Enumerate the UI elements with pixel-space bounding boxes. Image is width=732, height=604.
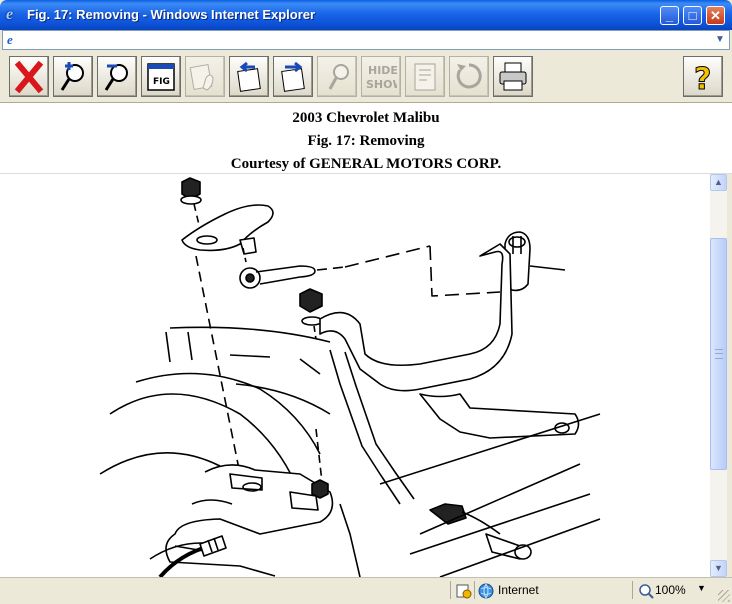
find-figure-button[interactable] bbox=[317, 56, 357, 97]
scroll-thumb[interactable] bbox=[710, 238, 727, 470]
refresh-icon bbox=[456, 63, 482, 89]
next-fig-icon bbox=[281, 61, 305, 92]
previous-figure-button[interactable] bbox=[229, 56, 269, 97]
maximize-button[interactable]: □ bbox=[683, 6, 702, 25]
zoom-out-button[interactable] bbox=[97, 56, 137, 97]
figure-header: 2003 Chevrolet Malibu Fig. 17: Removing … bbox=[0, 103, 732, 174]
stabilizer-link bbox=[239, 245, 431, 289]
printer-icon bbox=[499, 62, 527, 91]
title-bar[interactable]: e Fig. 17: Removing - Windows Internet E… bbox=[0, 0, 732, 30]
status-divider bbox=[450, 581, 451, 599]
zoom-level[interactable]: 100% bbox=[655, 583, 686, 597]
vertical-scrollbar[interactable]: ▲ ▼ bbox=[710, 174, 727, 577]
zoom-in-button[interactable] bbox=[53, 56, 93, 97]
fig-window-icon: FIG bbox=[147, 63, 175, 91]
hide-show-icon: HIDE SHOW bbox=[366, 64, 397, 91]
help-button[interactable]: ? bbox=[683, 56, 723, 97]
print-button[interactable] bbox=[493, 56, 533, 97]
minimize-button[interactable]: _ bbox=[660, 6, 679, 25]
pan-figure-button[interactable] bbox=[185, 56, 225, 97]
internet-globe-icon bbox=[478, 583, 494, 599]
address-bar[interactable]: e ▼ bbox=[2, 30, 730, 50]
upper-bracket bbox=[181, 204, 274, 263]
next-figure-button[interactable] bbox=[273, 56, 313, 97]
status-bar: Internet 100% ▼ bbox=[0, 577, 732, 604]
zoom-in-icon bbox=[60, 62, 84, 91]
find-fig-icon bbox=[328, 64, 349, 90]
close-button[interactable]: ✕ bbox=[706, 6, 725, 25]
viewer-toolbar: FIG HIDE SHOW bbox=[0, 51, 732, 103]
scroll-grip-icon bbox=[715, 349, 723, 359]
bookmark-button[interactable] bbox=[405, 56, 445, 97]
hide-show-button[interactable]: HIDE SHOW bbox=[361, 56, 401, 97]
hide-label: HIDE bbox=[368, 64, 397, 77]
page-icon: e bbox=[7, 32, 13, 47]
refresh-button[interactable] bbox=[449, 56, 489, 97]
figure-image bbox=[0, 174, 710, 577]
address-dropdown-icon[interactable]: ▼ bbox=[713, 32, 727, 48]
crossmember-bracket bbox=[319, 243, 580, 505]
zoom-icon bbox=[639, 584, 654, 599]
bookmark-icon bbox=[414, 63, 436, 91]
window-border bbox=[727, 174, 732, 577]
upper-nut-left bbox=[180, 177, 202, 205]
bushing bbox=[504, 231, 566, 292]
zoom-out-icon bbox=[104, 64, 128, 91]
scroll-down-button[interactable]: ▼ bbox=[710, 560, 727, 577]
resize-grip[interactable] bbox=[718, 590, 730, 602]
show-label: SHOW bbox=[366, 78, 397, 91]
security-zone[interactable]: Internet bbox=[498, 583, 539, 597]
vehicle-title: 2003 Chevrolet Malibu bbox=[292, 110, 440, 126]
zoom-dropdown-icon[interactable]: ▼ bbox=[697, 583, 706, 593]
removal-diagram bbox=[99, 177, 601, 577]
upper-nut-right bbox=[299, 288, 323, 340]
fit-window-button[interactable]: FIG bbox=[141, 56, 181, 97]
hand-fig-icon bbox=[189, 64, 214, 91]
close-viewer-button[interactable] bbox=[9, 56, 49, 97]
fig-label: FIG bbox=[153, 77, 170, 87]
red-x-icon bbox=[14, 60, 44, 94]
courtesy-line: Courtesy of GENERAL MOTORS CORP. bbox=[230, 156, 502, 172]
prev-fig-icon bbox=[237, 61, 261, 92]
lower-nut bbox=[311, 479, 329, 499]
window-title: Fig. 17: Removing - Windows Internet Exp… bbox=[27, 7, 316, 22]
status-divider bbox=[474, 581, 475, 599]
help-label: ? bbox=[694, 62, 711, 94]
figure-caption: Fig. 17: Removing bbox=[307, 133, 425, 149]
scroll-up-button[interactable]: ▲ bbox=[710, 174, 727, 191]
help-icon: ? bbox=[694, 62, 712, 95]
security-warning-icon[interactable] bbox=[456, 583, 472, 599]
ie-logo-icon: e bbox=[6, 6, 14, 23]
status-divider bbox=[632, 581, 633, 599]
sensor-connector bbox=[339, 413, 601, 577]
